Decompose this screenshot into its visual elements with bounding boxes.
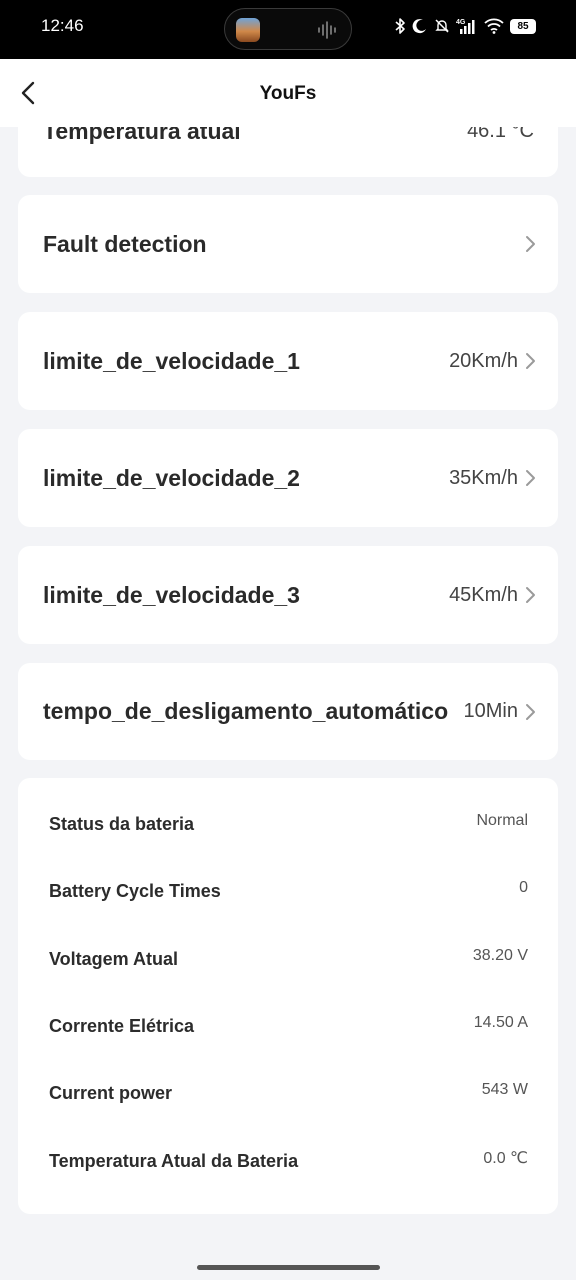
battery-value: 0.0 ℃	[483, 1150, 528, 1167]
chevron-right-icon	[524, 703, 536, 721]
battery-row-status: Status da bateria Normal	[49, 809, 528, 839]
battery-value: Normal	[476, 812, 528, 829]
setting-speed-limit-3[interactable]: limite_de_velocidade_3 45Km/h	[18, 546, 558, 644]
battery-value: 543 W	[481, 1081, 528, 1098]
setting-auto-shutdown[interactable]: tempo_de_desligamento_automático 10Min	[18, 663, 558, 760]
mute-bell-icon	[435, 19, 449, 33]
setting-label: limite_de_velocidade_1	[43, 347, 300, 374]
battery-row-cycles: Battery Cycle Times 0	[49, 876, 528, 906]
moon-icon	[412, 19, 426, 34]
battery-label: Temperatura Atual da Bateria	[49, 1150, 299, 1171]
battery-label: Voltagem Atual	[49, 948, 179, 969]
battery-row-voltage: Voltagem Atual 38.20 V	[49, 944, 528, 974]
status-icons: 4G 85	[394, 14, 536, 38]
setting-speed-limit-1[interactable]: limite_de_velocidade_1 20Km/h	[18, 312, 558, 410]
battery-info-card: Status da bateria Normal Battery Cycle T…	[18, 778, 558, 1214]
status-time: 12:46	[41, 16, 84, 35]
nav-bar: YouFs	[0, 59, 576, 127]
audio-wave-icon	[318, 21, 336, 39]
bluetooth-icon	[395, 18, 405, 34]
chevron-right-icon	[524, 469, 536, 487]
chevron-right-icon	[524, 352, 536, 370]
setting-label: limite_de_velocidade_2	[43, 464, 300, 491]
wifi-icon	[484, 18, 504, 34]
network-type-label: 4G	[456, 19, 466, 26]
battery-row-current: Corrente Elétrica 14.50 A	[49, 1011, 528, 1041]
page-title: YouFs	[259, 83, 317, 104]
setting-speed-limit-2[interactable]: limite_de_velocidade_2 35Km/h	[18, 429, 558, 527]
battery-label: Current power	[49, 1082, 173, 1103]
battery-icon: 85	[510, 18, 536, 34]
signal-icon: 4G	[456, 19, 475, 34]
app-thumbnail-icon	[236, 18, 260, 42]
home-indicator[interactable]	[197, 1265, 380, 1270]
battery-row-temperature: Temperatura Atual da Bateria 0.0 ℃	[49, 1146, 528, 1176]
battery-row-power: Current power 543 W	[49, 1078, 528, 1108]
setting-label: limite_de_velocidade_3	[43, 581, 300, 608]
setting-value: 10Min	[463, 700, 518, 722]
battery-value: 14.50 A	[473, 1014, 528, 1031]
content: Temperatura atual 46.1 °C Fault detectio…	[0, 0, 576, 1280]
chevron-right-icon	[524, 235, 536, 253]
battery-value: 0	[519, 879, 528, 896]
setting-value: 20Km/h	[449, 349, 518, 372]
setting-label: Fault detection	[43, 230, 207, 257]
battery-label: Corrente Elétrica	[49, 1015, 195, 1036]
battery-label: Status da bateria	[49, 813, 195, 834]
setting-value: 35Km/h	[449, 466, 518, 489]
status-bar: 12:46 4G 85	[0, 0, 576, 59]
dynamic-island[interactable]	[224, 8, 352, 50]
setting-fault-detection[interactable]: Fault detection	[18, 195, 558, 293]
setting-label: tempo_de_desligamento_automático	[43, 698, 449, 724]
battery-label: Battery Cycle Times	[49, 880, 221, 901]
chevron-right-icon	[524, 586, 536, 604]
setting-value: 45Km/h	[449, 583, 518, 606]
battery-value: 38.20 V	[472, 947, 528, 964]
